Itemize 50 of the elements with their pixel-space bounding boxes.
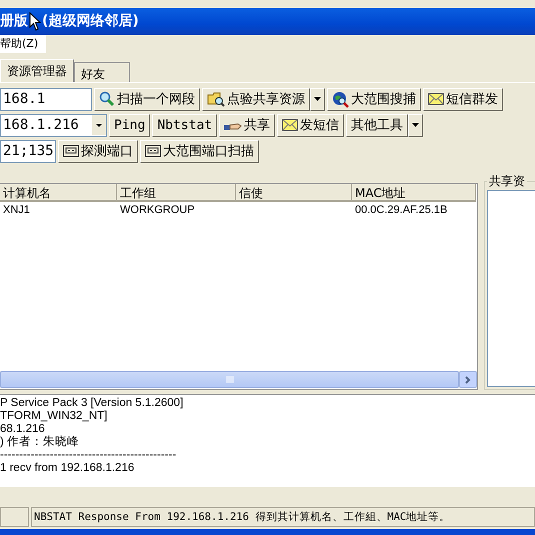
- toolbar-button[interactable]: 大范围端口扫描: [140, 140, 259, 163]
- cursor-icon: [29, 12, 41, 31]
- table-cell: XNJ1: [3, 204, 30, 216]
- log-line: ----------------------------------------------: [0, 449, 178, 462]
- column-header[interactable]: 计算机名: [0, 184, 117, 202]
- caret-icon: [412, 123, 420, 128]
- toolbar-button[interactable]: 其他工具: [346, 114, 408, 137]
- tab[interactable]: 资源管理器: [0, 58, 74, 82]
- globe-icon: [332, 90, 349, 108]
- window-title: 册版: [0, 12, 28, 30]
- toolbar-button[interactable]: 大范围搜捕: [327, 88, 421, 111]
- caret-icon: [314, 97, 321, 102]
- log-line: P Service Pack 3 [Version 5.1.2600]: [0, 397, 184, 410]
- toolbar-button[interactable]: 点验共享资源: [202, 88, 310, 111]
- input-field[interactable]: 21;135: [0, 140, 56, 163]
- address-combo[interactable]: 168.1.216: [0, 114, 107, 137]
- toolbar-button[interactable]: Nbtstat: [152, 114, 218, 137]
- envelope-icon: [428, 93, 444, 106]
- folder-icon: [207, 91, 225, 108]
- log-line: 1 recv from 192.168.1.216: [0, 462, 136, 476]
- port-icon: [63, 145, 79, 158]
- log-line: 68.1.216: [0, 423, 46, 436]
- dropdown-button[interactable]: [310, 88, 325, 111]
- grip-icon: [226, 376, 234, 384]
- toolbar-button[interactable]: 短信群发: [423, 88, 503, 111]
- toolbar-button[interactable]: 共享: [219, 114, 276, 137]
- log-line: TFORM_WIN32_NT]: [0, 410, 108, 424]
- toolbar-button[interactable]: 探测端口: [58, 140, 138, 163]
- table-cell: 00.0C.29.AF.25.1B: [355, 204, 448, 216]
- toolbar-button[interactable]: 发短信: [277, 114, 344, 137]
- scroll-right-button[interactable]: [459, 371, 477, 388]
- log-line: ) 作者：朱晓峰: [0, 436, 80, 450]
- envelope-icon: [282, 119, 298, 132]
- status-text: NBSTAT Response From 192.168.1.216 得到其计算机名、工作組、MAC地址等。: [31, 507, 535, 528]
- table-cell: WORKGROUP: [120, 204, 195, 216]
- magnifier-icon: [99, 91, 115, 108]
- toolbar-button[interactable]: Ping: [109, 114, 150, 137]
- column-header[interactable]: 工作组: [117, 184, 236, 202]
- menu-item[interactable]: 帮助(Z): [0, 35, 46, 54]
- dropdown-button[interactable]: [408, 114, 424, 137]
- status-segment: [0, 507, 29, 528]
- toolbar-button[interactable]: 扫描一个网段: [94, 88, 200, 111]
- chevron-right-icon: [465, 376, 471, 384]
- tab[interactable]: 好友: [74, 62, 130, 82]
- column-header[interactable]: 信使: [236, 184, 352, 202]
- input-field[interactable]: 168.1: [0, 88, 92, 111]
- window-title: (超级网络邻居): [42, 12, 139, 30]
- column-header[interactable]: MAC地址: [352, 184, 476, 202]
- port-icon: [145, 145, 161, 158]
- group-title: 共享资: [488, 172, 526, 190]
